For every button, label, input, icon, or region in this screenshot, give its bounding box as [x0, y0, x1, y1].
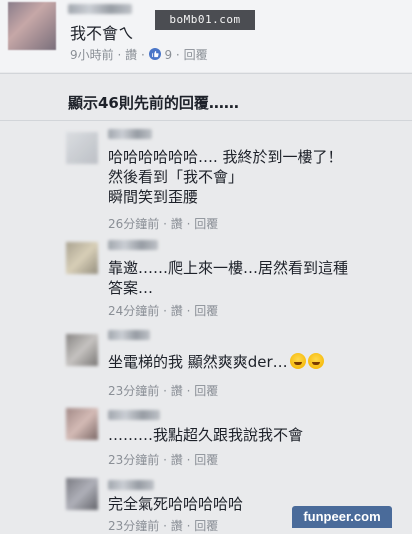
reply-avatar[interactable] — [66, 478, 98, 510]
show-previous-replies-link[interactable]: 顯示46則先前的回覆…… — [68, 92, 239, 113]
reply-avatar[interactable] — [66, 334, 98, 366]
divider — [0, 73, 412, 74]
reply-text: 靠邀……爬上來一樓…居然看到這種 答案… — [108, 259, 349, 297]
commenter-avatar[interactable] — [8, 2, 56, 50]
reply-text: 完全氣死哈哈哈哈哈 — [108, 495, 244, 513]
reply-link[interactable]: 回覆 — [184, 48, 208, 62]
reply-meta: 23分鐘前 · 讚 · 回覆 — [108, 453, 219, 467]
reply-author-blurred[interactable] — [108, 410, 160, 420]
reply-link[interactable]: 回覆 — [194, 384, 218, 398]
reply-author-blurred[interactable] — [108, 240, 158, 250]
like-link[interactable]: 讚 — [171, 217, 183, 231]
reply-author-blurred[interactable] — [108, 480, 154, 490]
reply-meta: 23分鐘前 · 讚 · 回覆 — [108, 519, 219, 533]
reply-time[interactable]: 26分鐘前 — [108, 217, 159, 231]
reply-author-blurred[interactable] — [108, 330, 150, 340]
laughing-emoji-icon — [289, 353, 306, 369]
reply-text: ………我點超久跟我說我不會 — [108, 426, 304, 444]
site-watermark: boMb01.com — [155, 10, 255, 30]
like-count: 9 — [164, 48, 173, 62]
reply-link[interactable]: 回覆 — [194, 304, 218, 318]
reply-avatar[interactable] — [66, 242, 98, 274]
reply-text: 坐電梯的我 顯然爽爽der… — [108, 352, 324, 372]
like-link[interactable]: 讚 — [171, 519, 183, 533]
reply-meta: 24分鐘前 · 讚 · 回覆 — [108, 304, 219, 318]
divider — [0, 120, 412, 121]
top-comment: 我不會ㄟ 9小時前 · 讚 · 9 · 回覆 boMb01.com — [0, 0, 412, 72]
reply-text: 哈哈哈哈哈哈…. 我終於到一樓了！ 然後看到「我不會」 瞬間笑到歪腰 — [108, 148, 343, 206]
funpeer-watermark: funpeer.com — [292, 506, 392, 528]
reply-link[interactable]: 回覆 — [194, 217, 218, 231]
laughing-emoji-icon — [307, 353, 324, 369]
reply-avatar[interactable] — [66, 408, 98, 440]
reply-time[interactable]: 23分鐘前 — [108, 519, 159, 533]
reply-meta: 26分鐘前 · 讚 · 回覆 — [108, 217, 219, 231]
reply-meta: 23分鐘前 · 讚 · 回覆 — [108, 384, 219, 398]
comment-text: 我不會ㄟ — [70, 24, 135, 43]
commenter-name-blurred[interactable] — [68, 4, 132, 14]
reply-time[interactable]: 23分鐘前 — [108, 453, 159, 467]
reply-author-blurred[interactable] — [108, 129, 152, 139]
like-link[interactable]: 讚 — [171, 453, 183, 467]
reply-link[interactable]: 回覆 — [194, 453, 218, 467]
reply-time[interactable]: 24分鐘前 — [108, 304, 159, 318]
like-link[interactable]: 讚 — [125, 48, 137, 62]
reply-time[interactable]: 23分鐘前 — [108, 384, 159, 398]
comment-time[interactable]: 9小時前 — [70, 48, 114, 62]
like-link[interactable]: 讚 — [171, 384, 183, 398]
like-link[interactable]: 讚 — [171, 304, 183, 318]
reply-avatar[interactable] — [66, 132, 98, 164]
reply-link[interactable]: 回覆 — [194, 519, 218, 533]
comment-meta: 9小時前 · 讚 · 9 · 回覆 — [70, 48, 208, 62]
thumbs-up-icon — [148, 48, 161, 60]
